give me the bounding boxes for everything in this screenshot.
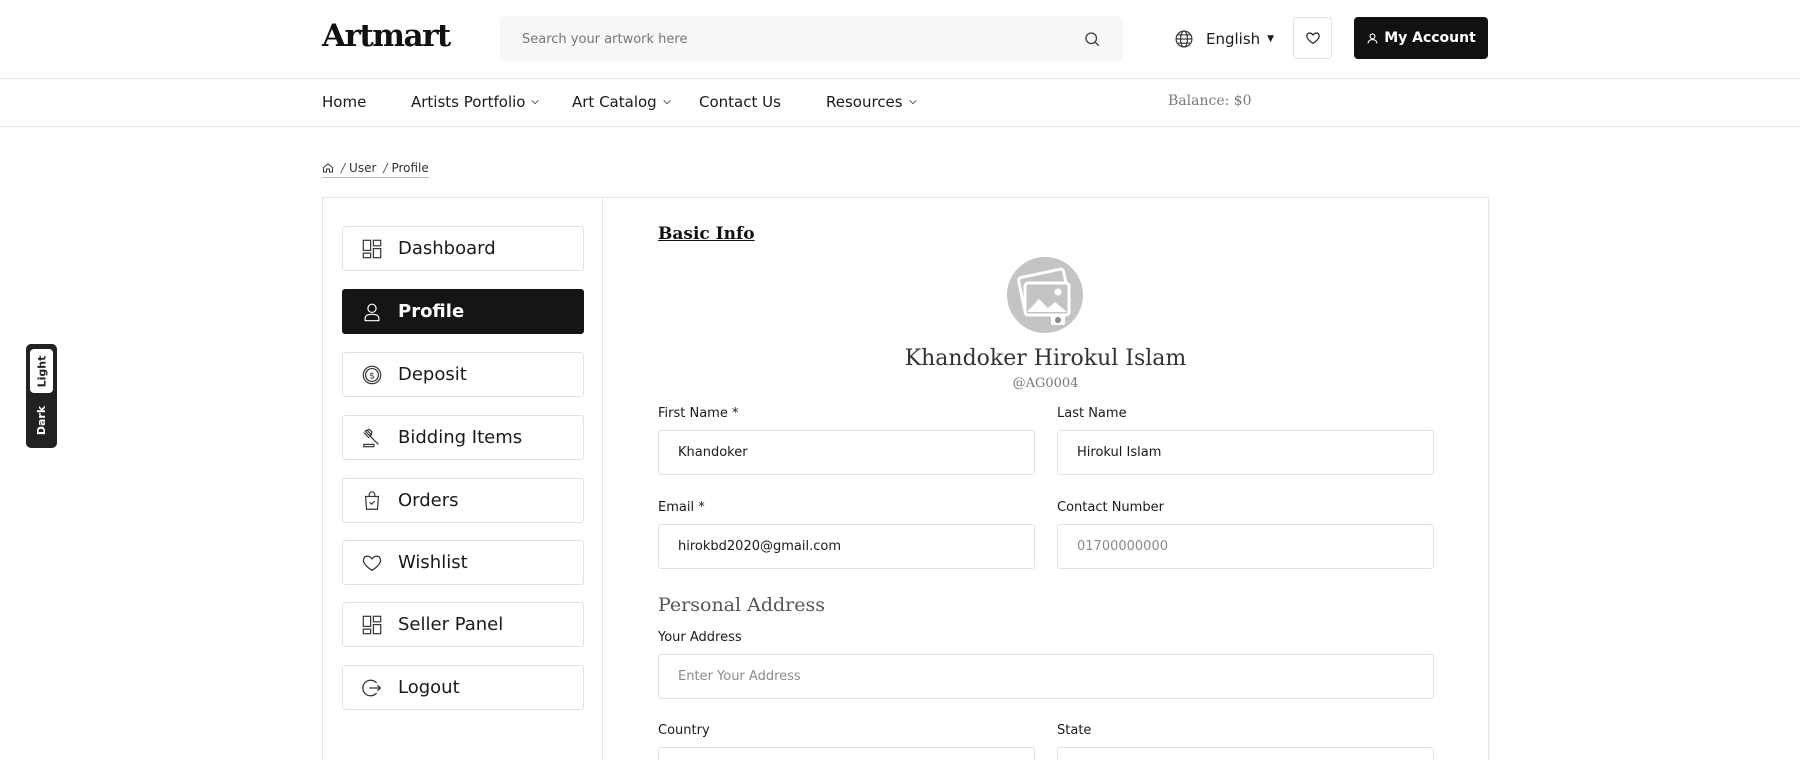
- sidebar-item-label: Deposit: [398, 364, 467, 385]
- gavel-icon: [363, 428, 379, 447]
- first-name-label: First Name *: [658, 406, 739, 421]
- search-icon[interactable]: [1083, 30, 1101, 48]
- sidebar-item-deposit[interactable]: $ Deposit: [342, 352, 584, 397]
- country-label: Country: [658, 723, 710, 738]
- search-bar: [500, 16, 1123, 62]
- breadcrumb: / User / Profile: [322, 160, 429, 178]
- my-account-button[interactable]: My Account: [1354, 17, 1488, 59]
- last-name-label: Last Name: [1057, 406, 1127, 421]
- sidebar-item-profile[interactable]: Profile: [342, 289, 584, 334]
- sidebar-item-label: Bidding Items: [398, 427, 523, 448]
- caret-down-icon: ▼: [1267, 34, 1275, 44]
- profile-handle: @AG0004: [1012, 376, 1079, 391]
- sidebar-item-orders[interactable]: Orders: [342, 478, 584, 523]
- search-input[interactable]: [522, 16, 1062, 62]
- nav-label: Art Catalog: [572, 93, 657, 111]
- dark-mode-label: Dark: [35, 405, 49, 435]
- breadcrumb-separator: /: [383, 160, 388, 175]
- account-sidebar: Dashboard Profile $ Deposit Bidding Item…: [323, 198, 603, 760]
- address-label: Your Address: [658, 630, 742, 645]
- sidebar-item-logout[interactable]: Logout: [342, 665, 584, 710]
- user-icon: [364, 303, 380, 321]
- personal-address-heading: Personal Address: [658, 594, 826, 616]
- sidebar-item-wishlist[interactable]: Wishlist: [342, 540, 584, 585]
- my-account-label: My Account: [1384, 30, 1476, 46]
- main-nav: Home Artists Portfolio Art Catalog Conta…: [0, 79, 1800, 127]
- sidebar-item-label: Seller Panel: [398, 614, 504, 635]
- language-label: English: [1206, 30, 1261, 48]
- sidebar-item-label: Profile: [398, 301, 465, 322]
- last-name-field[interactable]: [1057, 430, 1434, 475]
- shopping-bag-icon: [364, 490, 380, 510]
- light-mode-button[interactable]: Light: [30, 349, 53, 393]
- nav-resources[interactable]: Resources: [826, 93, 918, 111]
- email-field[interactable]: [658, 524, 1035, 569]
- globe-icon: [1175, 30, 1193, 48]
- profile-name: Khandoker Hirokul Islam: [904, 346, 1187, 371]
- chevron-down-icon: [531, 99, 540, 105]
- nav-artists-portfolio[interactable]: Artists Portfolio: [411, 93, 540, 111]
- account-panel: Dashboard Profile $ Deposit Bidding Item…: [322, 197, 1489, 760]
- profile-content: Basic Info Khandoker Hirokul Islam @AG00…: [604, 198, 1490, 760]
- nav-home[interactable]: Home: [322, 93, 366, 111]
- sidebar-item-dashboard[interactable]: Dashboard: [342, 226, 584, 271]
- avatar[interactable]: [1007, 257, 1083, 333]
- nav-contact-us[interactable]: Contact Us: [699, 93, 781, 111]
- image-placeholder-icon: [1007, 257, 1083, 333]
- site-logo[interactable]: Artmart: [322, 18, 451, 54]
- nav-label: Contact Us: [699, 93, 781, 111]
- state-label: State: [1057, 723, 1092, 738]
- sidebar-item-label: Orders: [398, 490, 459, 511]
- sidebar-item-label: Wishlist: [398, 552, 468, 573]
- first-name-field[interactable]: [658, 430, 1035, 475]
- dashboard-icon: [362, 239, 382, 258]
- state-select[interactable]: [1057, 747, 1434, 760]
- dashboard-icon: [362, 615, 382, 634]
- nav-label: Resources: [826, 93, 903, 111]
- heart-icon: [362, 554, 382, 571]
- svg-text:$: $: [369, 370, 375, 381]
- country-select[interactable]: [658, 747, 1035, 760]
- contact-number-field[interactable]: [1057, 524, 1434, 569]
- breadcrumb-separator: /: [341, 160, 346, 175]
- heart-icon: [1305, 32, 1320, 45]
- nav-art-catalog[interactable]: Art Catalog: [572, 93, 672, 111]
- dark-mode-button[interactable]: Dark: [30, 398, 53, 442]
- user-icon: [1367, 32, 1378, 43]
- light-mode-label: Light: [35, 355, 48, 387]
- contact-number-label: Contact Number: [1057, 500, 1164, 515]
- email-label: Email *: [658, 500, 705, 515]
- theme-toggle: Light Dark: [26, 344, 57, 448]
- site-header: Artmart English ▼ My Account: [0, 0, 1800, 79]
- sidebar-item-label: Logout: [398, 677, 460, 698]
- address-field[interactable]: [658, 654, 1434, 699]
- wishlist-button[interactable]: [1293, 17, 1332, 59]
- sidebar-item-seller-panel[interactable]: Seller Panel: [342, 602, 584, 647]
- home-icon[interactable]: [322, 162, 334, 174]
- logout-icon: [362, 679, 382, 696]
- dollar-coin-icon: $: [362, 365, 382, 384]
- chevron-down-icon: [663, 99, 671, 105]
- section-title: Basic Info: [658, 224, 755, 244]
- balance-display: Balance: $0: [1168, 93, 1252, 109]
- language-selector[interactable]: English ▼: [1174, 27, 1274, 51]
- nav-label: Home: [322, 93, 367, 111]
- sidebar-item-bidding-items[interactable]: Bidding Items: [342, 415, 584, 460]
- nav-label: Artists Portfolio: [411, 93, 526, 111]
- chevron-down-icon: [908, 99, 917, 105]
- breadcrumb-profile[interactable]: Profile: [391, 161, 428, 175]
- sidebar-item-label: Dashboard: [398, 238, 496, 259]
- breadcrumb-user[interactable]: User: [349, 161, 376, 175]
